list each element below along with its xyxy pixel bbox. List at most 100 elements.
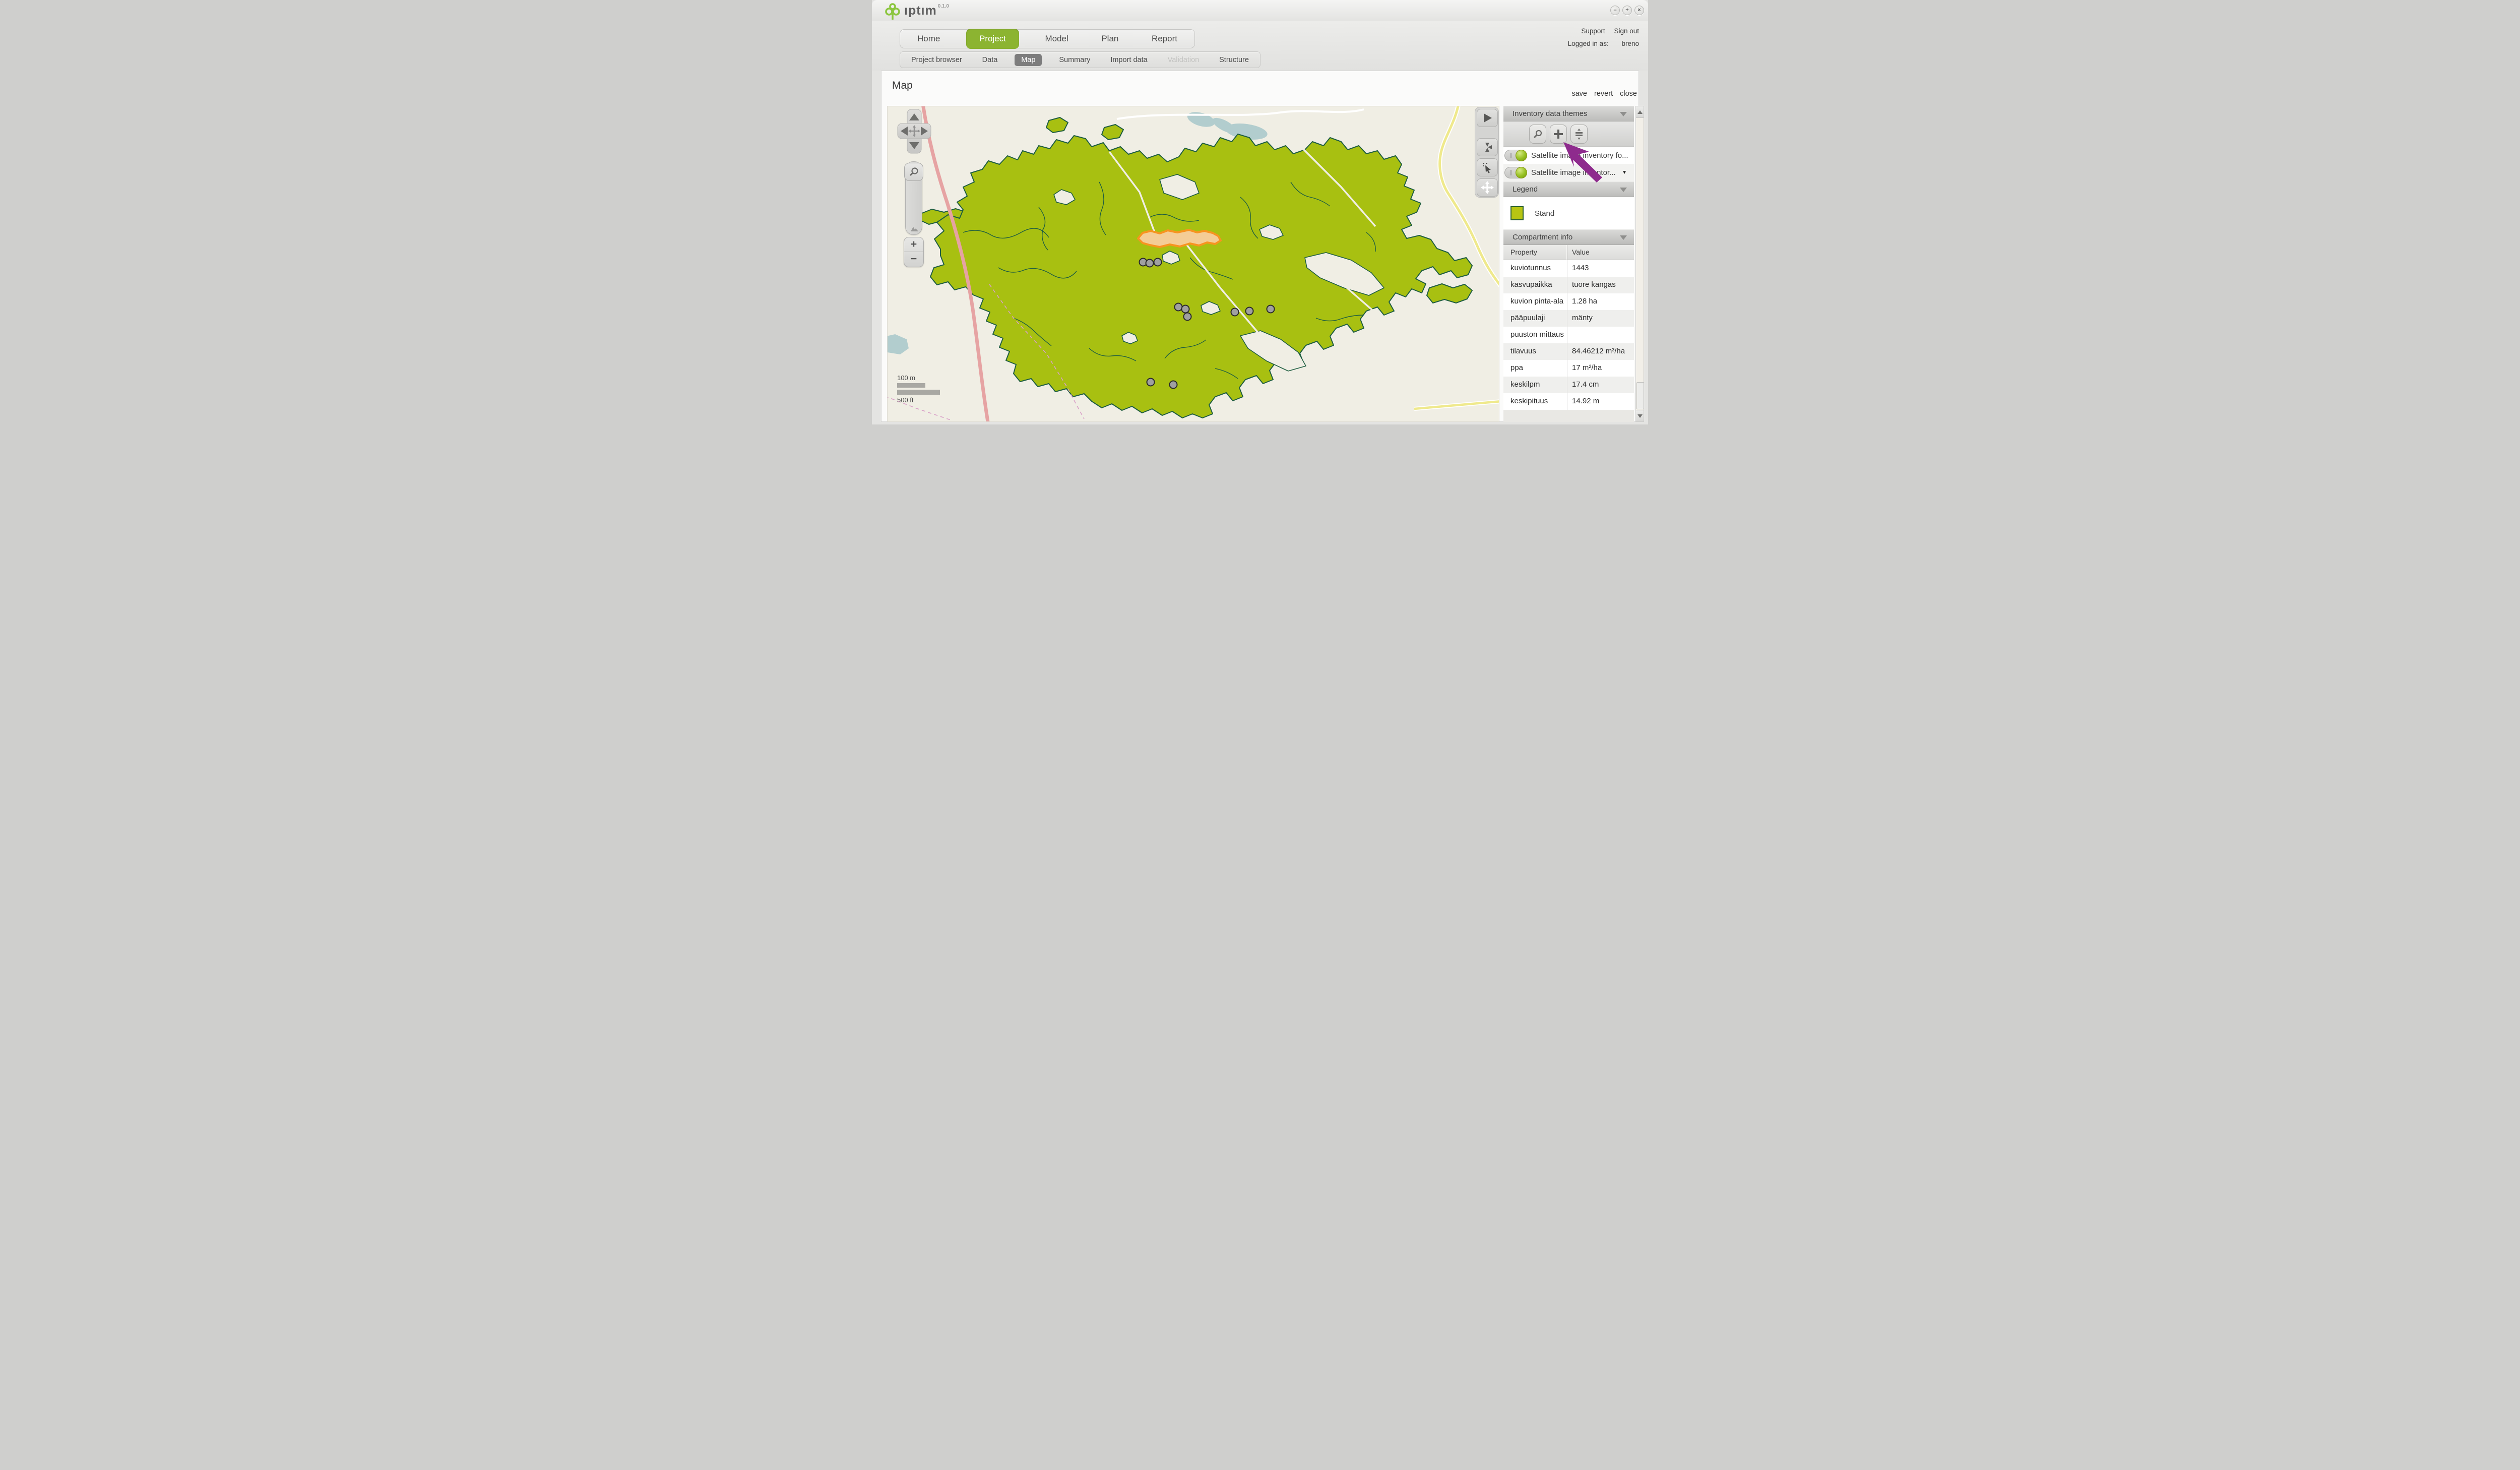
arrows-inward-icon (1481, 141, 1493, 153)
logged-in-status: Logged in as: breno (1568, 40, 1639, 47)
up-arrow-icon (1637, 110, 1643, 114)
subtab-import-data[interactable]: Import data (1107, 54, 1150, 66)
logo-tree-icon (885, 3, 900, 20)
mountain-icon (908, 225, 920, 231)
add-theme-button[interactable] (1550, 125, 1567, 144)
scrollbar-thumb[interactable] (1636, 382, 1644, 409)
layer-toggle-2[interactable] (1504, 167, 1527, 178)
app-window: ıptım 0.1.0 – + × Home Project Model Pla… (872, 0, 1648, 424)
window-controls: – + × (1610, 6, 1644, 15)
value-cell: 1.28 ha (1567, 293, 1634, 310)
collapse-triangle-icon (1620, 188, 1627, 192)
subtab-data[interactable]: Data (979, 54, 1001, 66)
pan-compass[interactable] (897, 109, 931, 157)
theme-search-button[interactable] (1529, 125, 1546, 144)
legend-section-header[interactable]: Legend (1503, 181, 1634, 197)
themes-section-header[interactable]: Inventory data themes (1503, 106, 1634, 121)
property-cell: kuvion pinta-ala (1503, 293, 1567, 310)
subtab-project-browser[interactable]: Project browser (908, 54, 965, 66)
scale-metric-label: 100 m (897, 374, 940, 382)
order-layers-button[interactable] (1570, 125, 1588, 144)
move-tool-button[interactable] (1477, 178, 1498, 197)
collapse-triangle-icon (1620, 235, 1627, 240)
layer-dropdown-icon[interactable]: ▼ (1622, 170, 1627, 175)
compartment-section-header[interactable]: Compartment info (1503, 229, 1634, 245)
value-cell: mänty (1567, 310, 1634, 327)
table-row: pääpuulaji mänty (1503, 310, 1634, 327)
value-column-header: Value (1567, 245, 1634, 260)
close-action[interactable]: close (1620, 90, 1637, 98)
down-arrow-icon (1637, 414, 1643, 418)
logged-in-label: Logged in as: (1568, 40, 1609, 47)
legend-item-label: Stand (1535, 209, 1554, 218)
zoom-extent-button[interactable] (1477, 138, 1498, 156)
zoom-in-button[interactable]: + (904, 237, 923, 252)
subtab-validation: Validation (1165, 54, 1203, 66)
zoom-slider-handle[interactable] (904, 163, 923, 181)
legend-title: Legend (1513, 185, 1538, 194)
layer-toggle-1[interactable] (1504, 150, 1527, 161)
toggle-knob (1516, 167, 1527, 178)
subtab-structure[interactable]: Structure (1216, 54, 1252, 66)
property-column-header: Property (1503, 245, 1567, 260)
value-cell: 14.92 m (1567, 393, 1634, 410)
select-tool-button[interactable] (1477, 158, 1498, 176)
map-canvas[interactable] (887, 106, 1499, 422)
map-scale-bar: 100 m 500 ft (897, 374, 940, 404)
scale-imperial-label: 500 ft (897, 396, 940, 404)
zoom-out-button[interactable]: − (904, 252, 923, 266)
panel-filler (1503, 410, 1634, 422)
property-cell: ppa (1503, 360, 1567, 377)
close-button[interactable]: × (1634, 6, 1644, 15)
tab-model[interactable]: Model (1038, 31, 1075, 47)
minimize-button[interactable]: – (1610, 6, 1620, 15)
version-label: 0.1.0 (938, 4, 949, 9)
play-tool-button[interactable] (1477, 109, 1498, 127)
sub-nav: Project browser Data Map Summary Import … (900, 51, 1261, 68)
subtab-summary[interactable]: Summary (1056, 54, 1093, 66)
tab-home[interactable]: Home (910, 31, 947, 47)
value-cell: tuore kangas (1567, 277, 1634, 293)
tab-report[interactable]: Report (1145, 31, 1184, 47)
user-links: Support Sign out (1574, 27, 1639, 35)
stand-color-swatch (1510, 206, 1524, 220)
map-graphics (888, 106, 1499, 422)
tab-project[interactable]: Project (966, 29, 1019, 49)
table-row: keskipituus 14.92 m (1503, 393, 1634, 410)
magnifier-icon (909, 167, 919, 177)
title-bar: ıptım 0.1.0 – + × (872, 0, 1648, 22)
pond (888, 334, 909, 354)
toggle-knob (1516, 150, 1527, 161)
page-actions: save revert close (1566, 90, 1637, 98)
support-link[interactable]: Support (1581, 27, 1605, 35)
move-arrows-icon (1481, 181, 1494, 194)
scroll-down-button[interactable] (1636, 410, 1644, 421)
subtab-map[interactable]: Map (1015, 54, 1042, 66)
header: Home Project Model Plan Report Support S… (872, 21, 1648, 71)
main-nav: Home Project Model Plan Report (900, 29, 1195, 48)
save-action[interactable]: save (1571, 90, 1587, 98)
value-cell (1567, 327, 1634, 343)
select-cursor-icon (1481, 161, 1493, 173)
tab-plan[interactable]: Plan (1094, 31, 1125, 47)
property-cell: puuston mittaus (1503, 327, 1567, 343)
scroll-up-button[interactable] (1636, 106, 1644, 118)
zoom-slider[interactable] (905, 161, 922, 235)
value-cell: 17.4 cm (1567, 377, 1634, 393)
table-row: keskilpm 17.4 cm (1503, 377, 1634, 393)
table-row: kuviotunnus 1443 (1503, 260, 1634, 277)
layer-order-icon (1574, 128, 1584, 140)
panel-scrollbar[interactable] (1635, 106, 1644, 422)
layer-label-2[interactable]: Satellite image inventor... (1531, 168, 1622, 177)
map-tools (1475, 107, 1499, 198)
layer-label-1[interactable]: Satellite image inventory fo... (1531, 151, 1634, 160)
app-logo: ıptım 0.1.0 (885, 3, 949, 20)
scale-bar-imperial (897, 390, 940, 395)
scale-bar-metric (897, 383, 925, 388)
table-row: tilavuus 84.46212 m³/ha (1503, 343, 1634, 360)
revert-action[interactable]: revert (1594, 90, 1613, 98)
maximize-button[interactable]: + (1622, 6, 1632, 15)
signout-link[interactable]: Sign out (1614, 27, 1639, 35)
compartment-title: Compartment info (1513, 233, 1572, 241)
username: breno (1621, 40, 1639, 47)
